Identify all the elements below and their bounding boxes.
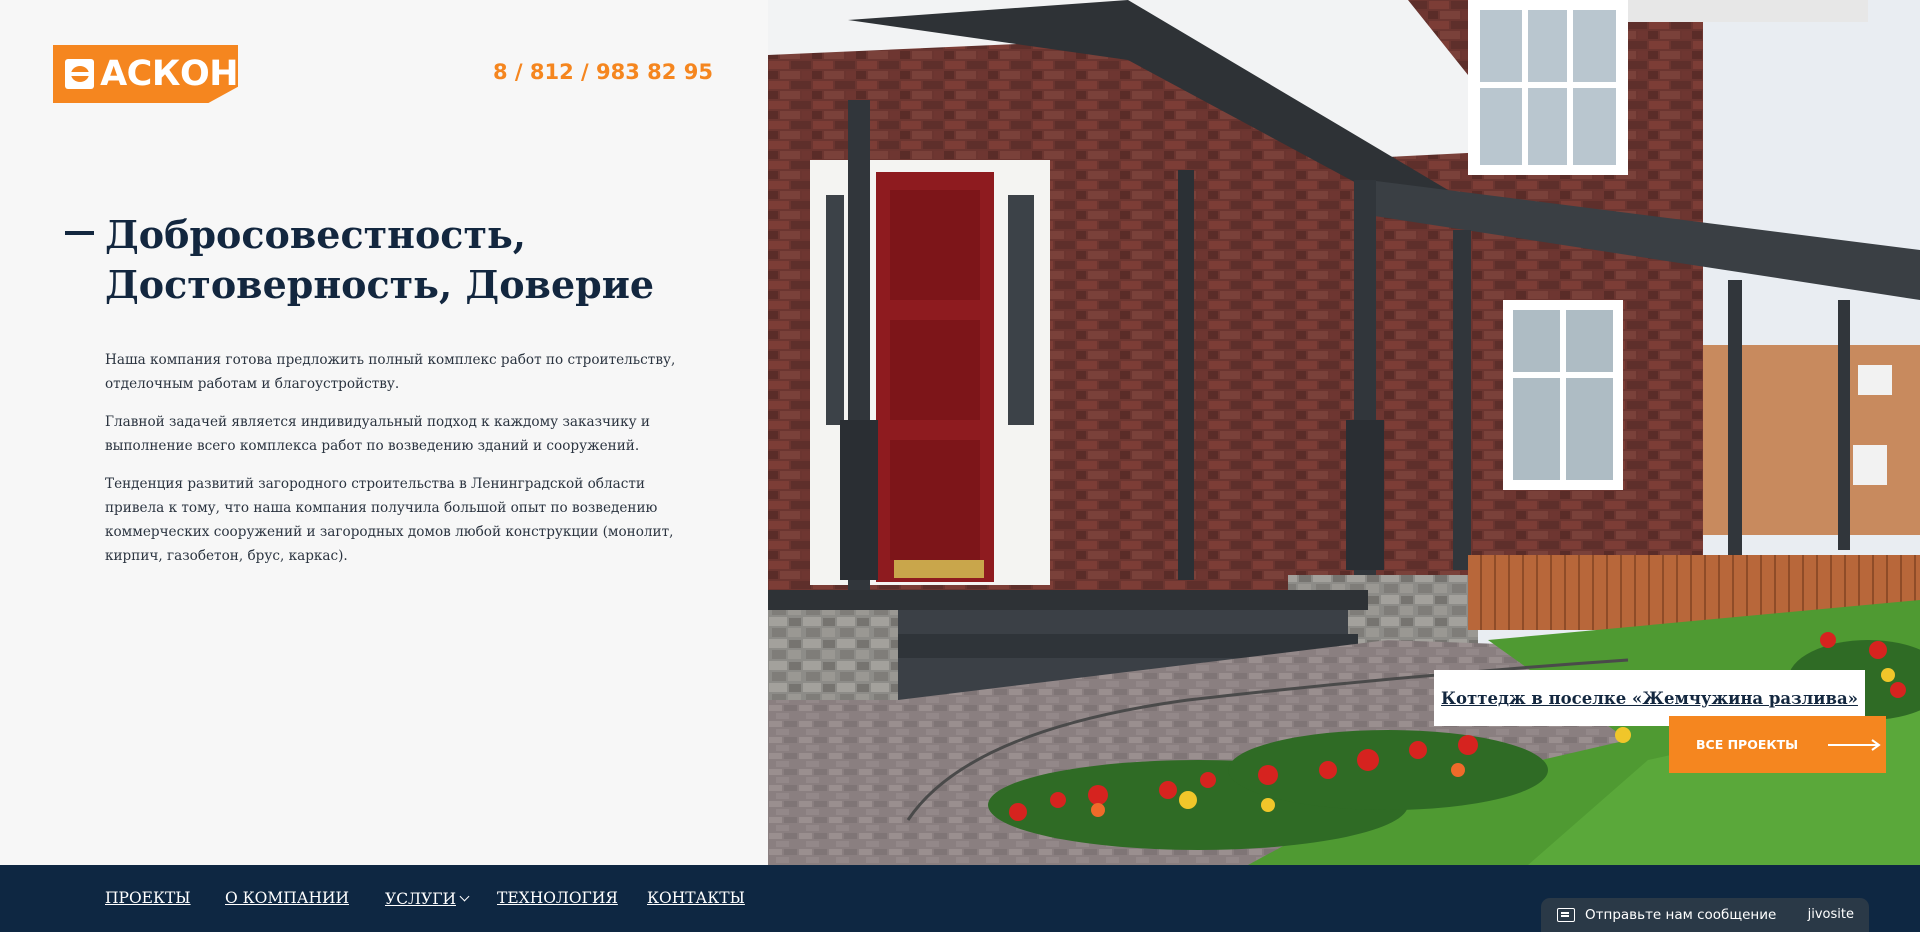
page-title: Добросовестность, Достоверность, Доверие bbox=[105, 210, 705, 310]
intro-paragraph: Тенденция развитий загородного строитель… bbox=[105, 476, 674, 564]
nav-item-services-label: УСЛУГИ bbox=[385, 890, 456, 908]
all-projects-button[interactable]: ВСЕ ПРОЕКТЫ bbox=[1669, 716, 1886, 773]
page-title-line-2: Достоверность, Доверие bbox=[105, 262, 655, 307]
nav-item-technology[interactable]: ТЕХНОЛОГИЯ bbox=[497, 889, 618, 907]
logo-mark-icon bbox=[65, 59, 95, 89]
intro-paragraph: Наша компания готова предложить полный к… bbox=[105, 352, 676, 392]
nav-item-projects[interactable]: ПРОЕКТЫ bbox=[105, 889, 191, 907]
nav-item-contacts[interactable]: КОНТАКТЫ bbox=[647, 889, 745, 907]
intro-text: Наша компания готова предложить полный к… bbox=[105, 348, 705, 582]
phone-link[interactable]: 8 / 812 / 983 82 95 bbox=[493, 60, 713, 84]
company-logo[interactable]: АСКОН bbox=[53, 45, 238, 103]
project-photo: Коттедж в поселке «Жемчужина разлива» ВС… bbox=[768, 0, 1920, 865]
project-caption-link[interactable]: Коттедж в поселке «Жемчужина разлива» bbox=[1441, 689, 1858, 708]
arrow-right-icon bbox=[1828, 738, 1881, 751]
logo-text: АСКОН bbox=[100, 54, 238, 94]
chat-widget-button[interactable]: Отправьте нам сообщение jivosite bbox=[1541, 898, 1869, 932]
all-projects-label: ВСЕ ПРОЕКТЫ bbox=[1696, 737, 1799, 752]
intro-paragraph: Главной задачей является индивидуальный … bbox=[105, 414, 650, 454]
intro-panel: АСКОН 8 / 812 / 983 82 95 Добросовестнос… bbox=[0, 0, 768, 865]
nav-item-services[interactable]: УСЛУГИ bbox=[385, 889, 470, 908]
page-title-line-1: Добросовестность, bbox=[105, 212, 527, 257]
chat-widget-label: Отправьте нам сообщение bbox=[1585, 907, 1777, 923]
nav-item-about[interactable]: О КОМПАНИИ bbox=[225, 889, 349, 907]
chevron-down-icon bbox=[459, 891, 470, 902]
heading-dash bbox=[65, 231, 94, 235]
envelope-icon bbox=[1557, 908, 1575, 922]
chat-widget-brand: jivosite bbox=[1807, 907, 1854, 922]
